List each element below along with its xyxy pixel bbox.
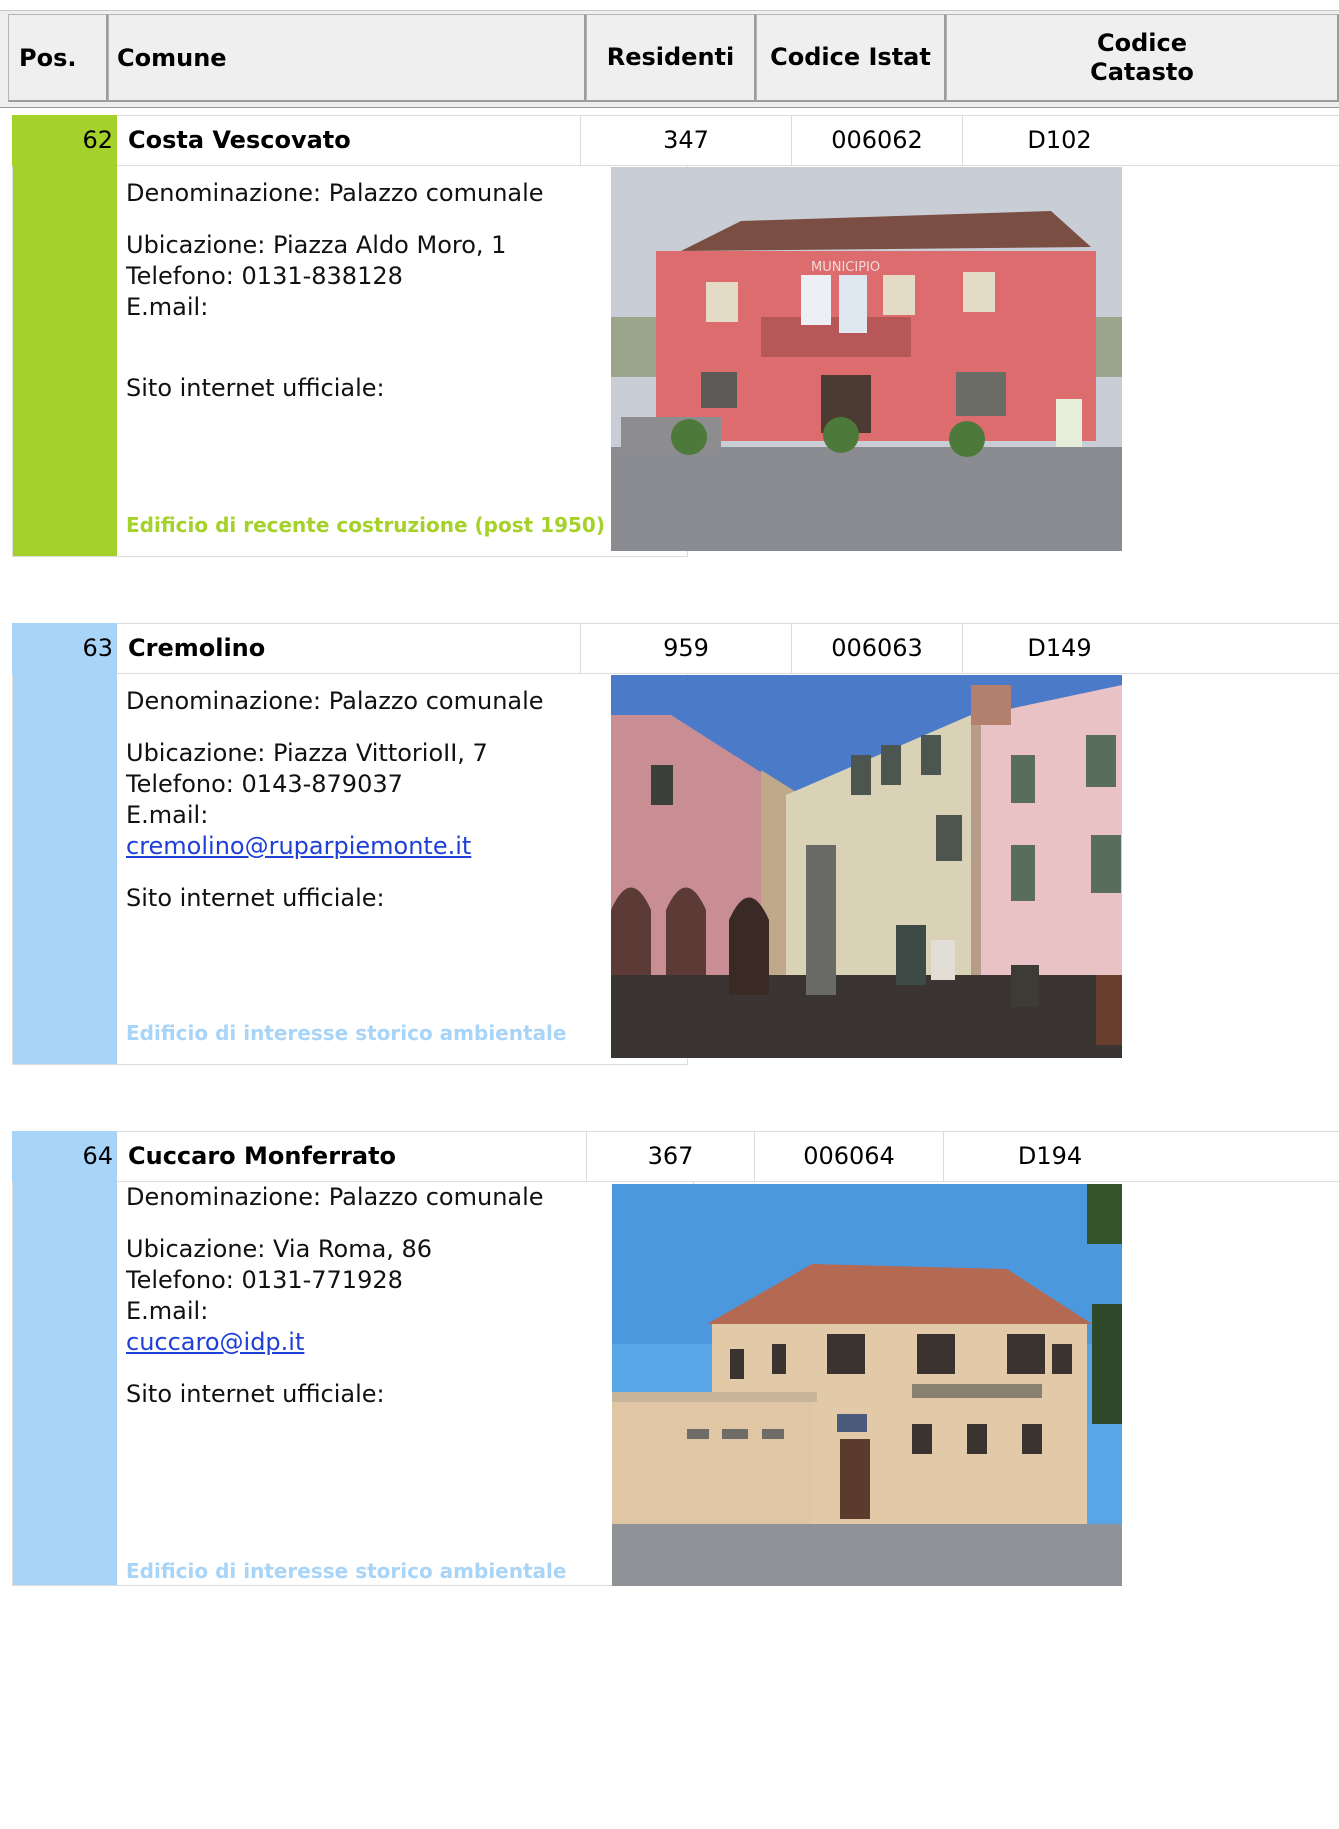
catasto-code: D102 [962,115,1156,166]
residents-value: 367 [586,1131,754,1182]
email-link[interactable]: cremolino@ruparpiemonte.it [126,832,471,860]
header-comune: Comune [108,14,586,102]
comune-name: Cuccaro Monferrato [128,1142,397,1170]
catasto-code: D194 [943,1131,1156,1182]
town-hall-photo [611,675,1122,1058]
accent-bar [12,166,117,557]
header-comune-label: Comune [117,43,227,72]
header-pos-label: Pos. [19,43,77,72]
record-details: Denominazione: Palazzo comunale Ubicazio… [117,674,688,1065]
record-62: 62 Costa Vescovato 347 006062 D102 Denom… [12,115,1339,560]
record-position: 64 [12,1131,117,1182]
telefono: Telefono: 0131-838128 [126,262,403,290]
istat-code: 006064 [754,1131,943,1182]
telefono: Telefono: 0131-771928 [126,1266,403,1294]
denominazione: Denominazione: Palazzo comunale [126,687,544,715]
residents-value: 959 [580,623,791,674]
telefono: Telefono: 0143-879037 [126,770,403,798]
record-position: 62 [12,115,117,166]
record-64: 64 Cuccaro Monferrato 367 006064 D194 De… [12,1131,1339,1586]
record-details: Denominazione: Palazzo comunale Ubicazio… [117,1182,694,1586]
building-note: Edificio di interesse storico ambientale [126,1021,567,1045]
table-header: Pos. Comune Residenti Codice Istat Codic… [0,10,1339,108]
denominazione: Denominazione: Palazzo comunale [126,1183,544,1211]
header-istat-label: Codice Istat [770,43,931,71]
header-catasto-line1: Codice [1096,28,1187,57]
istat-code: 006063 [791,623,962,674]
catasto-code: D149 [962,623,1156,674]
header-residenti: Residenti [586,14,756,102]
ubicazione: Ubicazione: Via Roma, 86 [126,1235,433,1263]
header-istat: Codice Istat [756,14,946,102]
record-63: 63 Cremolino 959 006063 D149 Denominazio… [12,623,1339,1068]
header-catasto-line2: Catasto [1090,57,1194,86]
accent-bar [12,1182,117,1586]
town-hall-photo: MUNICIPIO [611,167,1122,551]
email-link[interactable]: cuccaro@idp.it [126,1328,304,1356]
comune-name: Costa Vescovato [128,126,351,154]
header-catasto: Codice Catasto [946,14,1339,102]
ubicazione: Ubicazione: Piazza Aldo Moro, 1 [126,231,507,259]
building-note: Edificio di recente costruzione (post 19… [126,513,605,537]
ubicazione: Ubicazione: Piazza VittorioII, 7 [126,739,488,767]
denominazione: Denominazione: Palazzo comunale [126,179,544,207]
record-details: Denominazione: Palazzo comunale Ubicazio… [117,166,688,557]
email-label: E.mail: [126,293,209,321]
header-pos: Pos. [8,14,108,102]
building-note: Edificio di interesse storico ambientale [126,1559,567,1583]
comune-name: Cremolino [128,634,266,662]
sito-label: Sito internet ufficiale: [126,374,385,402]
town-hall-photo [612,1184,1122,1586]
email-label: E.mail: [126,1297,209,1325]
sito-label: Sito internet ufficiale: [126,884,385,912]
sito-label: Sito internet ufficiale: [126,1380,385,1408]
email-label: E.mail: [126,801,209,829]
record-position: 63 [12,623,117,674]
municipio-sign: MUNICIPIO [811,260,880,275]
header-residenti-label: Residenti [606,43,735,71]
residents-value: 347 [580,115,791,166]
accent-bar [12,674,117,1065]
istat-code: 006062 [791,115,962,166]
